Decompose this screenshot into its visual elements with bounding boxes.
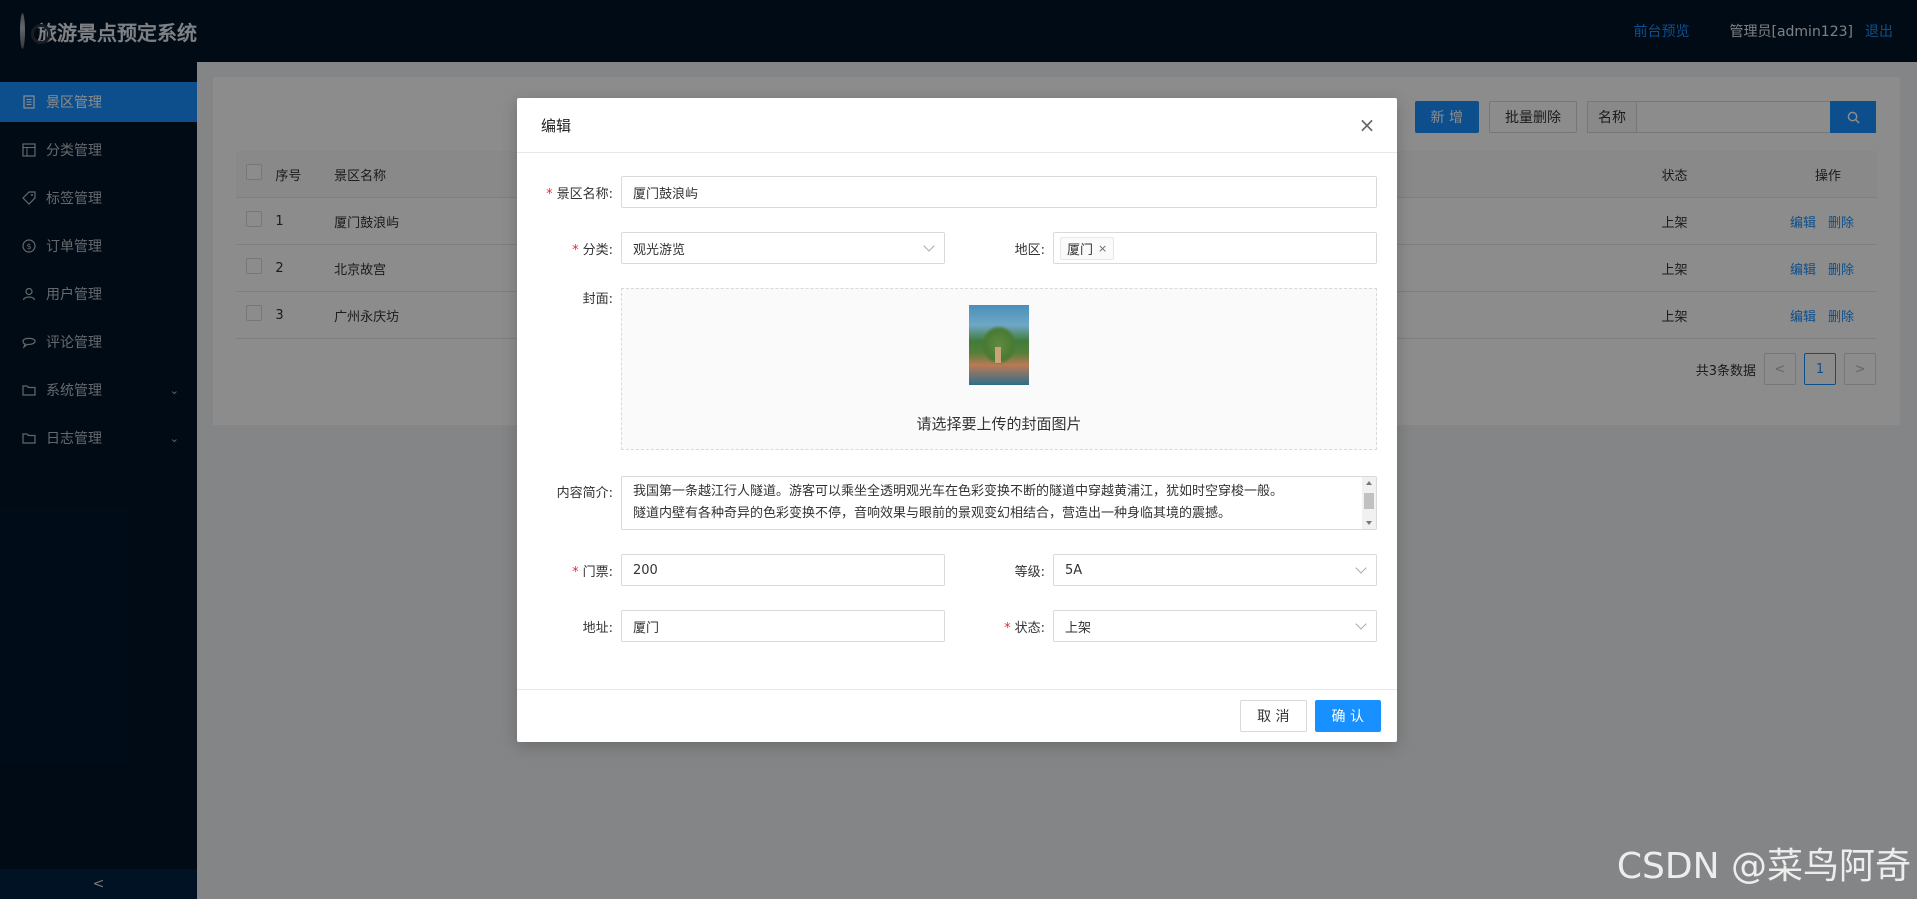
- ticket-input[interactable]: 200: [621, 554, 945, 586]
- intro-line: 我国第一条越江行人隧道。游客可以乘坐全透明观光车在色彩变换不断的隧道中穿越黄浦江…: [633, 484, 1284, 499]
- chevron-down-icon: [923, 240, 935, 252]
- form-row-level: 等级: 5A: [945, 554, 1377, 586]
- scroll-thumb[interactable]: [1364, 493, 1374, 509]
- name-input[interactable]: 厦门鼓浪屿: [621, 176, 1377, 208]
- category-value: 观光游览: [633, 242, 686, 258]
- level-value: 5A: [1065, 562, 1083, 578]
- modal-footer: 取 消 确 认: [517, 689, 1397, 742]
- form-row-address: 地址: 厦门: [517, 610, 945, 642]
- form-row-cover: 封面:: [517, 288, 621, 307]
- close-icon[interactable]: ×: [1355, 113, 1379, 137]
- chevron-down-icon: [1355, 562, 1367, 574]
- chevron-down-icon: [1355, 618, 1367, 630]
- status-label: 状态:: [1014, 620, 1045, 636]
- form-row-ticket: * 门票: 200: [517, 554, 945, 586]
- status-value: 上架: [1065, 620, 1092, 636]
- scroll-down-icon[interactable]: [1366, 521, 1372, 525]
- category-select[interactable]: 观光游览: [621, 232, 945, 264]
- modal-header: 编辑: [517, 98, 1397, 153]
- status-select[interactable]: 上架: [1053, 610, 1377, 642]
- form-row-category: * 分类: 观光游览: [517, 232, 945, 264]
- form-row-name: * 景区名称: 厦门鼓浪屿: [517, 176, 1377, 208]
- upload-hint: 请选择要上传的封面图片: [916, 415, 1082, 433]
- modal-title: 编辑: [541, 116, 572, 135]
- form-row-status: * 状态: 上架: [945, 610, 1377, 642]
- region-label: 地区:: [1014, 242, 1045, 258]
- watermark: CSDN @菜鸟阿奇: [1616, 846, 1911, 887]
- form-row-region: 地区: 厦门 ×: [945, 232, 1377, 264]
- level-label: 等级:: [1014, 564, 1045, 580]
- name-label: 景区名称:: [556, 186, 613, 202]
- cover-image: [969, 305, 1029, 385]
- region-tag: 厦门 ×: [1060, 236, 1115, 260]
- form-row-intro: 内容简介:: [517, 482, 621, 501]
- ticket-label: 门票:: [582, 564, 613, 580]
- address-input[interactable]: 厦门: [621, 610, 945, 642]
- cancel-button[interactable]: 取 消: [1240, 700, 1307, 732]
- textarea-scrollbar[interactable]: [1362, 477, 1376, 529]
- intro-line: 隧道内壁有各种奇异的色彩变换不停，音响效果与眼前的景观变幻相结合，营造出一种身临…: [633, 506, 1232, 521]
- level-select[interactable]: 5A: [1053, 554, 1377, 586]
- scroll-up-icon[interactable]: [1366, 481, 1372, 485]
- cover-label: 封面:: [582, 292, 613, 307]
- edit-modal: 编辑 × * 景区名称: 厦门鼓浪屿 * 分类: 观光游览 地区: 厦门 × 封面: …: [517, 98, 1397, 742]
- region-select[interactable]: 厦门 ×: [1053, 232, 1377, 264]
- intro-label: 内容简介:: [556, 486, 613, 501]
- confirm-button[interactable]: 确 认: [1314, 700, 1381, 732]
- intro-textarea[interactable]: 我国第一条越江行人隧道。游客可以乘坐全透明观光车在色彩变换不断的隧道中穿越黄浦江…: [621, 476, 1377, 530]
- cover-upload-area[interactable]: 请选择要上传的封面图片: [621, 288, 1377, 450]
- tag-close-icon[interactable]: ×: [1098, 242, 1107, 255]
- address-label: 地址:: [582, 620, 613, 636]
- category-label: 分类:: [582, 242, 613, 258]
